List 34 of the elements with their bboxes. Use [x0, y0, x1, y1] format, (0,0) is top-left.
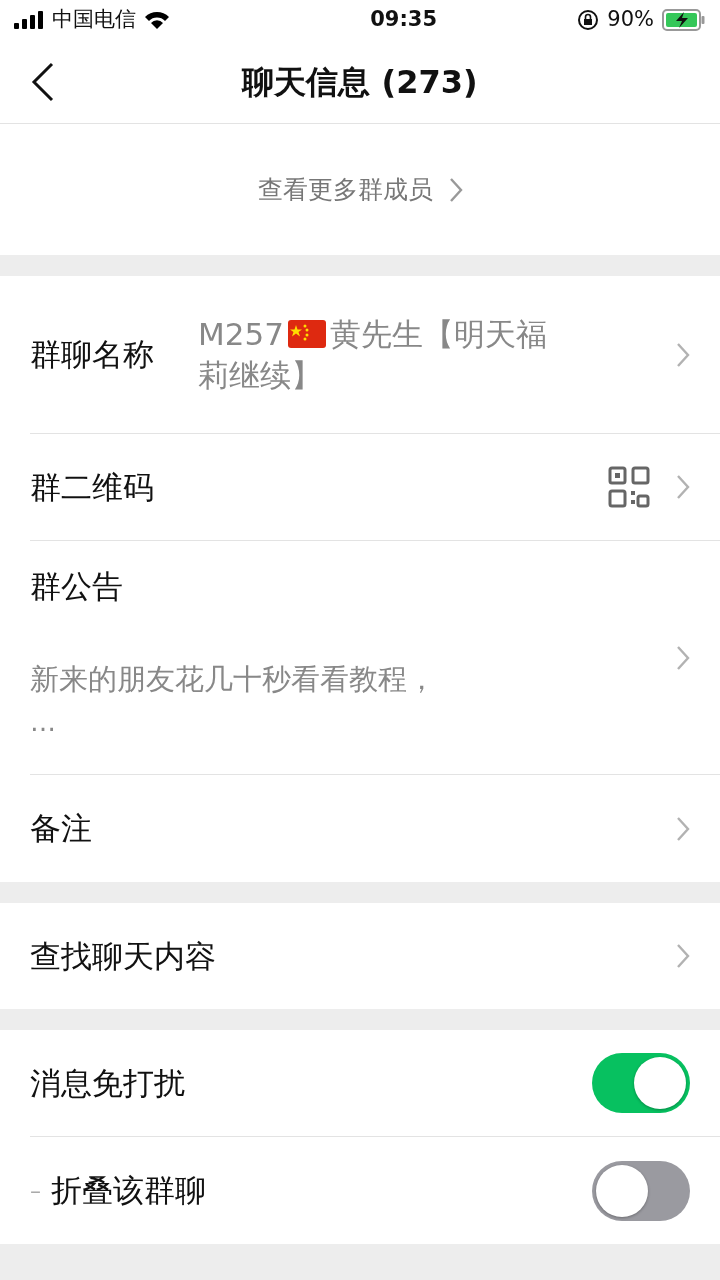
toggle-switch[interactable]: [592, 1053, 690, 1113]
battery-percent: 90%: [607, 6, 654, 34]
row-label: 群公告: [30, 567, 124, 606]
chevron-icon: [676, 341, 690, 368]
page-title: 聊天信息 (273): [242, 61, 478, 103]
signal-icon: [14, 11, 44, 29]
battery-charging-icon: [662, 9, 706, 31]
qr-code-icon: [608, 466, 650, 508]
clock: 09:35: [369, 6, 438, 34]
flag-icon: [287, 320, 326, 349]
row-label: 备注: [30, 809, 92, 849]
chevron-icon: [676, 815, 690, 842]
row-label: 消息免打扰: [30, 1063, 185, 1103]
row-label: 群二维码: [30, 467, 154, 507]
more-members-text: 查看更多群成员: [257, 173, 433, 206]
rotation-lock-icon: [577, 9, 600, 31]
group-name-text: 黄先生【明天福: [329, 315, 547, 355]
more-members-link[interactable]: 查看更多群成员: [257, 170, 463, 209]
back-icon: [30, 62, 56, 102]
row-label: 群聊名称: [30, 335, 154, 375]
dash-mark: –: [30, 1177, 41, 1205]
back-button[interactable]: [30, 62, 56, 102]
chevron-icon: [676, 644, 690, 671]
chevron-icon: [676, 943, 690, 969]
wifi-icon: [144, 10, 170, 30]
notice-preview: 新来的朋友花几十秒看看教程，: [30, 660, 436, 698]
group-name-text: 莉继续】: [198, 355, 322, 395]
row-label: 折叠该群聊: [51, 1171, 206, 1211]
chevron-icon: [676, 474, 690, 500]
chevron-icon: [448, 176, 463, 203]
row-label: 查找聊天内容: [30, 936, 216, 976]
group-name-text: M257: [198, 315, 284, 355]
notice-ellipsis: …: [30, 709, 57, 735]
carrier-name: 中国电信: [52, 6, 136, 34]
